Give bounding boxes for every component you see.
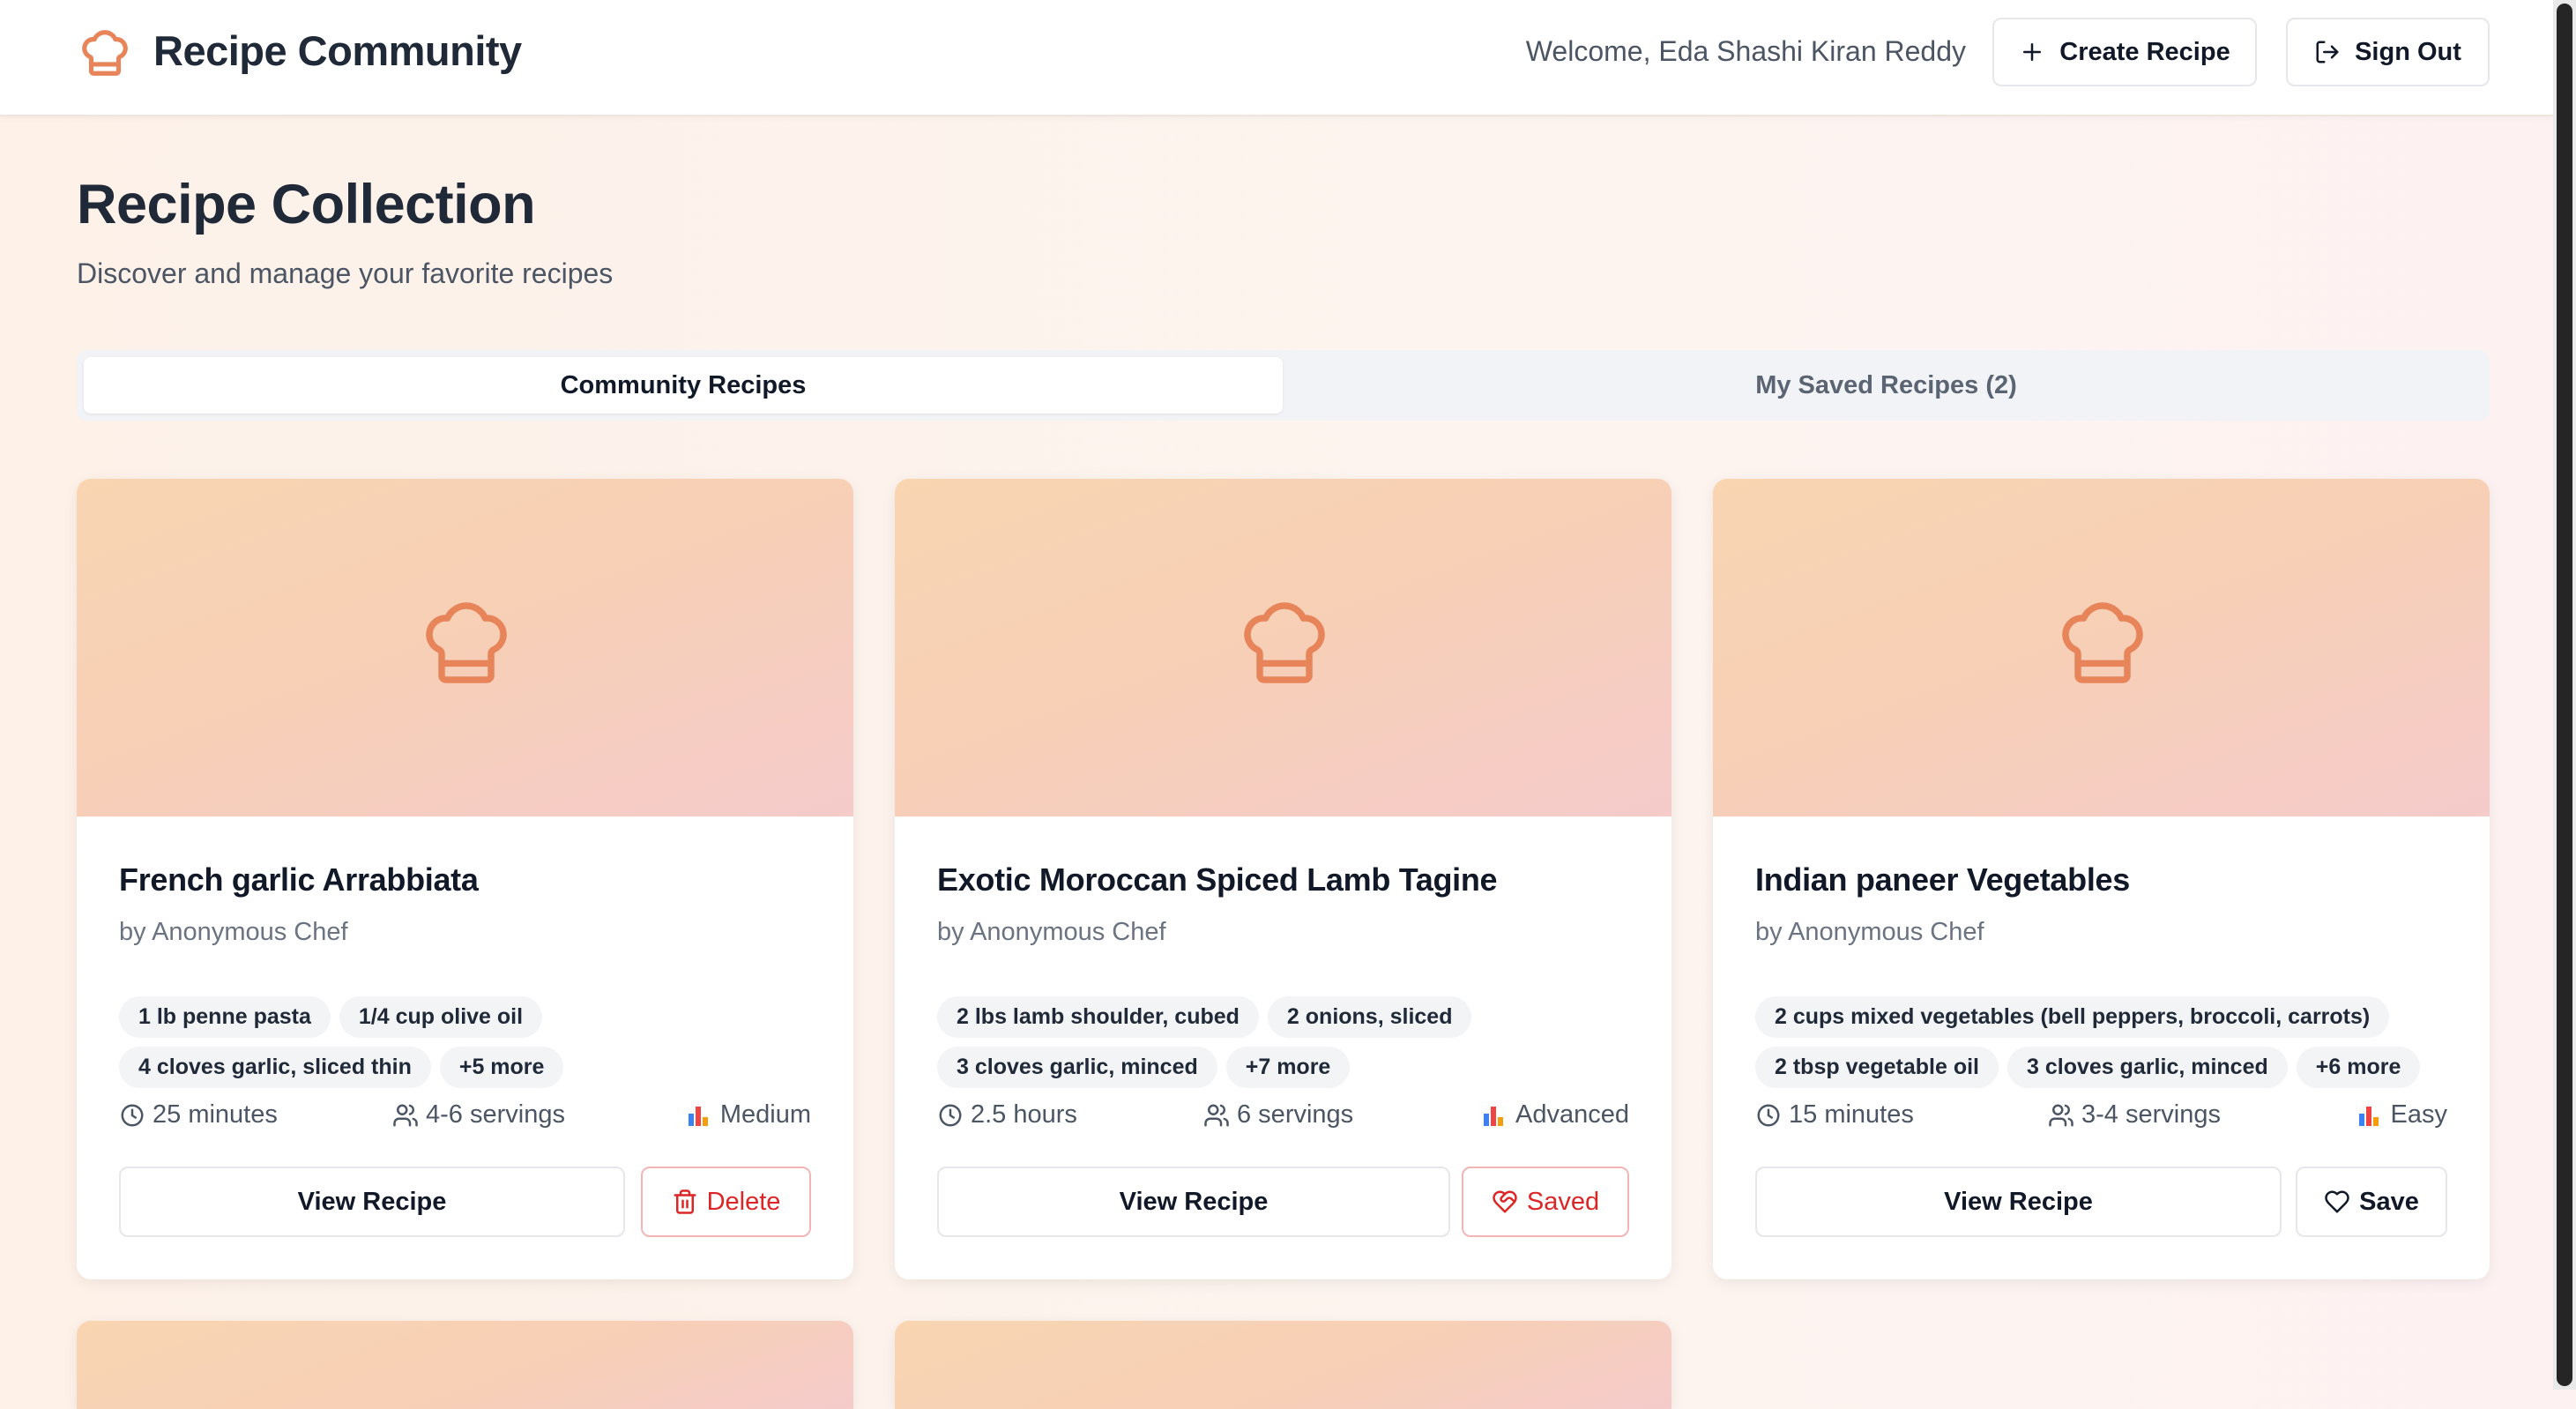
cook-time-value: 2.5 hours [971,1100,1077,1129]
ingredient-tag: 2 cups mixed vegetables (bell peppers, b… [1755,996,2390,1038]
delete-button[interactable]: Delete [641,1167,811,1237]
recipe-image-placeholder [895,479,1671,816]
ingredient-tag: 4 cloves garlic, sliced thin [119,1047,431,1088]
bar-chart-icon [1482,1105,1505,1126]
cook-time: 15 minutes [1755,1100,1914,1129]
plus-icon [2023,43,2042,61]
trash-icon [674,1189,696,1214]
sign-out-label: Sign Out [2355,37,2461,66]
users-icon [393,1104,418,1126]
recipe-card: Indian paneer Vegetables by Anonymous Ch… [1713,479,2490,1279]
ingredient-tag: 3 cloves garlic, minced [2007,1047,2288,1088]
servings-value: 6 servings [1237,1100,1354,1129]
heart-icon [2325,1190,2349,1213]
difficulty-value: Medium [719,1100,811,1129]
difficulty: Easy [2357,1100,2447,1129]
recipe-title[interactable]: Exotic Moroccan Spiced Lamb Tagine [937,861,1498,898]
scrollbar[interactable] [2553,0,2576,1390]
save-label: Save [2359,1187,2419,1216]
more-ingredients-tag: +5 more [439,1047,564,1088]
ingredient-tag: 1 lb penne pasta [119,996,331,1038]
chef-hat-icon [1244,602,1325,683]
sign-out-button[interactable]: Sign Out [2286,18,2490,86]
saved-button[interactable]: Saved [1462,1167,1629,1237]
chef-hat-icon [2062,602,2143,683]
clock-icon [1757,1104,1780,1126]
view-recipe-button[interactable]: View Recipe [1755,1167,2282,1237]
difficulty-value: Advanced [1515,1100,1629,1129]
ingredient-tag: 2 lbs lamb shoulder, cubed [937,996,1259,1038]
view-recipe-button[interactable]: View Recipe [119,1167,625,1237]
servings-value: 3-4 servings [2081,1100,2221,1129]
recipe-meta: 2.5 hours 6 servings Advanced [937,1100,1629,1136]
create-recipe-button[interactable]: Create Recipe [1992,18,2257,86]
chef-hat-icon [426,602,507,683]
recipe-title[interactable]: French garlic Arrabbiata [119,861,479,898]
users-icon [1204,1104,1229,1126]
view-recipe-button[interactable]: View Recipe [937,1167,1450,1237]
ingredient-tag: 1/4 cup olive oil [339,996,543,1038]
ingredient-tags: 2 cups mixed vegetables (bell peppers, b… [1755,996,2452,1088]
page-subtitle: Discover and manage your favorite recipe… [77,257,614,289]
difficulty: Advanced [1482,1100,1629,1129]
create-recipe-label: Create Recipe [2059,37,2230,66]
servings: 4-6 servings [392,1100,565,1129]
recipe-card: French garlic Arrabbiata by Anonymous Ch… [77,479,853,1279]
servings: 6 servings [1203,1100,1353,1129]
ingredient-tag: 3 cloves garlic, minced [937,1047,1217,1088]
tab-community-recipes[interactable]: Community Recipes [84,357,1283,414]
cook-time-value: 15 minutes [1789,1100,1914,1129]
recipe-tabs: Community Recipes My Saved Recipes (2) [77,350,2490,421]
scrollbar-thumb[interactable] [2557,4,2572,1386]
servings: 3-4 servings [2048,1100,2221,1129]
bar-chart-icon [687,1105,710,1126]
heart-handshake-icon [1493,1190,1517,1213]
bar-chart-icon [2357,1105,2380,1126]
ingredient-tag: 2 onions, sliced [1267,996,1472,1038]
recipe-author: by Anonymous Chef [1755,918,1984,946]
top-bar: Recipe Community Welcome, Eda Shashi Kir… [0,0,2553,116]
recipe-meta: 15 minutes 3-4 servings Easy [1755,1100,2447,1136]
delete-label: Delete [706,1187,781,1216]
cook-time: 25 minutes [119,1100,278,1129]
recipe-image-placeholder [1713,479,2490,816]
recipe-title[interactable]: Indian paneer Vegetables [1755,861,2130,898]
cook-time: 2.5 hours [937,1100,1077,1129]
servings-value: 4-6 servings [426,1100,565,1129]
more-ingredients-tag: +7 more [1225,1047,1351,1088]
brand-title: Recipe Community [153,27,522,74]
clock-icon [121,1104,144,1126]
more-ingredients-tag: +6 more [2296,1047,2421,1088]
recipe-meta: 25 minutes 4-6 servings Medium [119,1100,811,1136]
recipe-author: by Anonymous Chef [119,918,348,946]
difficulty: Medium [687,1100,811,1129]
ingredient-tag: 2 tbsp vegetable oil [1755,1047,1999,1088]
recipe-author: by Anonymous Chef [937,918,1166,946]
recipe-card: Exotic Moroccan Spiced Lamb Tagine by An… [895,479,1671,1279]
recipe-image-placeholder [77,479,853,816]
recipe-card-partial[interactable] [77,1321,853,1409]
saved-label: Saved [1526,1187,1600,1216]
recipe-card-partial[interactable] [895,1321,1671,1409]
tab-my-saved-recipes[interactable]: My Saved Recipes (2) [1290,357,2483,414]
clock-icon [939,1104,962,1126]
users-icon [2049,1104,2073,1126]
welcome-text: Welcome, Eda Shashi Kiran Reddy [1525,35,1966,67]
ingredient-tags: 2 lbs lamb shoulder, cubed 2 onions, sli… [937,996,1634,1088]
page-title: Recipe Collection [77,174,536,235]
cook-time-value: 25 minutes [153,1100,278,1129]
difficulty-value: Easy [2390,1100,2447,1129]
chef-hat-logo-icon [82,30,128,76]
log-out-icon [2316,41,2339,63]
ingredient-tags: 1 lb penne pasta 1/4 cup olive oil 4 clo… [119,996,815,1088]
save-button[interactable]: Save [2296,1167,2447,1237]
